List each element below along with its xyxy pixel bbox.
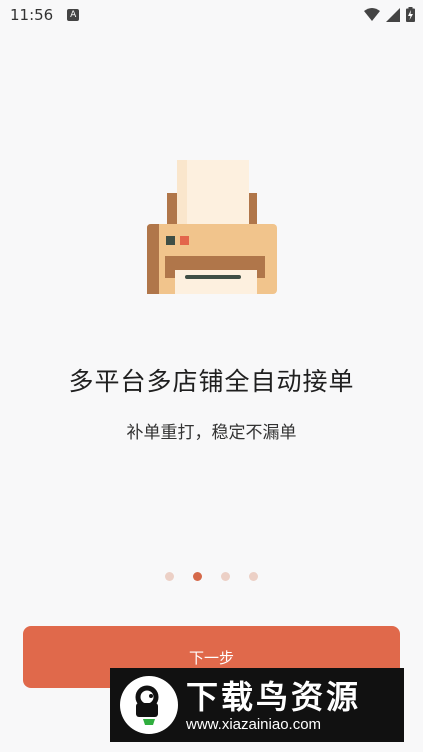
printer-icon <box>147 160 277 294</box>
page-dot-1[interactable] <box>165 572 174 581</box>
page-dot-2-active[interactable] <box>193 572 202 581</box>
app-notification-icon: A <box>67 9 80 21</box>
signal-icon <box>386 7 400 22</box>
watermark-banner: 下载鸟资源 www.xiazainiao.com <box>110 668 404 742</box>
bird-logo-icon <box>120 676 178 734</box>
onboarding-title: 多平台多店铺全自动接单 <box>68 367 355 396</box>
watermark-url: www.xiazainiao.com <box>186 715 322 733</box>
page-indicator <box>0 572 423 581</box>
page-dot-4[interactable] <box>249 572 258 581</box>
watermark-title: 下载鸟资源 <box>186 677 362 716</box>
onboarding-subtitle: 补单重打，稳定不漏单 <box>126 423 297 443</box>
page-dot-3[interactable] <box>221 572 230 581</box>
status-bar: 11:56 A <box>0 0 423 30</box>
status-time: 11:56 <box>10 6 54 24</box>
battery-charging-icon <box>406 7 415 22</box>
status-icons <box>364 7 415 22</box>
wifi-icon <box>364 7 380 21</box>
